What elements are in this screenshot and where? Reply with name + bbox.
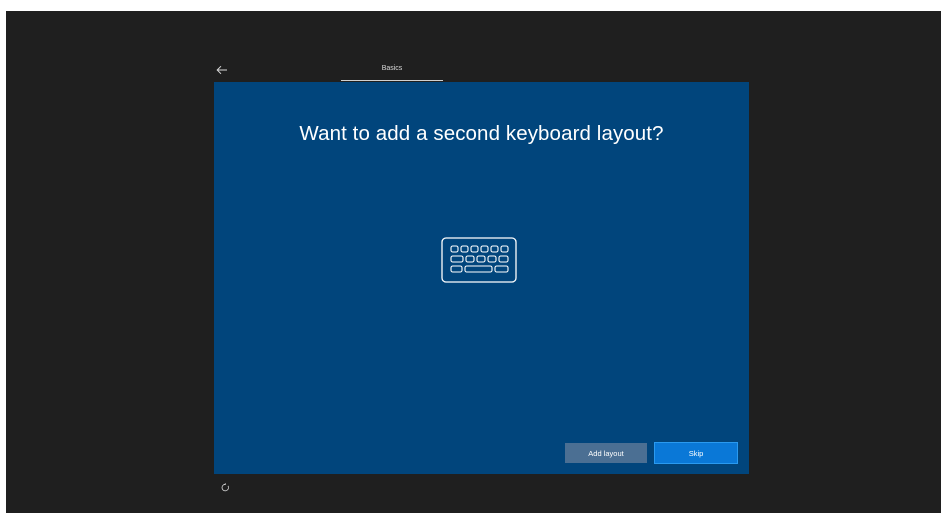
tab-basics[interactable]: Basics bbox=[341, 59, 443, 81]
oobe-panel: Want to add a second keyboard layout? Ad… bbox=[214, 82, 749, 474]
keyboard-icon bbox=[441, 237, 517, 283]
tab-underline bbox=[341, 79, 443, 81]
back-button[interactable] bbox=[212, 60, 232, 80]
page-title: Want to add a second keyboard layout? bbox=[299, 122, 664, 145]
back-arrow-icon bbox=[216, 65, 227, 75]
tab-label: Basics bbox=[381, 65, 403, 72]
add-layout-button[interactable]: Add layout bbox=[565, 443, 647, 463]
ease-of-access-button[interactable] bbox=[218, 480, 232, 494]
skip-button[interactable]: Skip bbox=[654, 442, 738, 464]
ease-of-access-icon bbox=[221, 482, 229, 491]
